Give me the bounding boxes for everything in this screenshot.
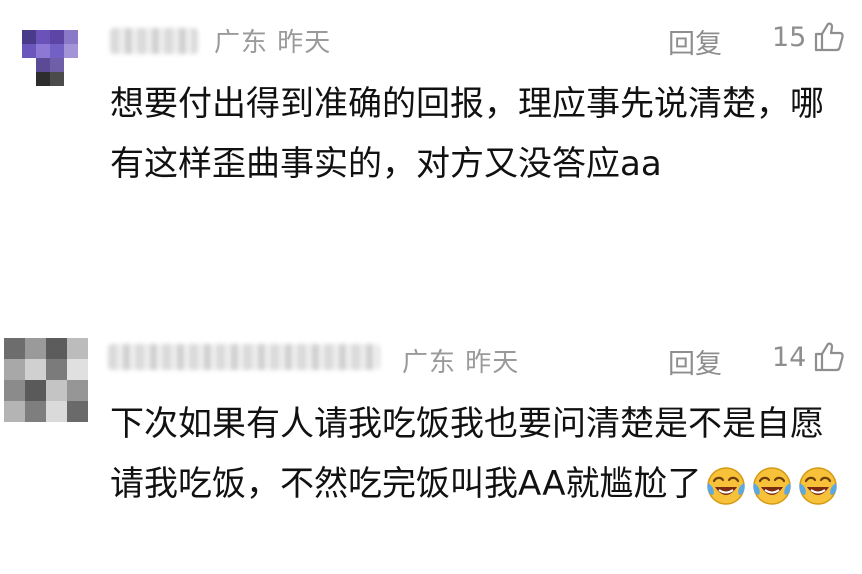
location-time: 广东 昨天 — [402, 348, 520, 378]
like-count: 15 — [772, 21, 807, 53]
comment-item: 广东 昨天 回复 14 下次如果有人请我吃饭我也要问清楚是不是自愿请我吃饭，不然… — [0, 300, 862, 574]
thumbs-up-icon — [815, 22, 845, 52]
location-time: 广东 昨天 — [214, 28, 332, 58]
thumbs-up-icon — [815, 342, 845, 372]
reply-button[interactable]: 回复 — [668, 22, 722, 61]
comment-item: 广东 昨天 回复 15 想要付出得到准确的回报，理应事先说清楚，哪有这样歪曲事实… — [0, 0, 862, 300]
avatar[interactable] — [0, 334, 92, 426]
like-button[interactable]: 14 — [772, 340, 846, 374]
laughing-crying-emoji-icon — [707, 466, 746, 505]
avatar[interactable] — [0, 8, 100, 98]
laughing-crying-emoji-icon — [799, 466, 838, 505]
username-blurred[interactable] — [110, 28, 198, 54]
comment-text: 想要付出得到准确的回报，理应事先说清楚，哪有这样歪曲事实的，对方又没答应aa — [110, 84, 824, 184]
emoji-group — [705, 465, 839, 507]
laughing-crying-emoji-icon — [753, 466, 792, 505]
comment-text-wrap: 下次如果有人请我吃饭我也要问清楚是不是自愿请我吃饭，不然吃完饭叫我AA就尴尬了 — [110, 394, 840, 514]
like-button[interactable]: 15 — [772, 20, 846, 54]
like-count: 14 — [772, 341, 807, 373]
username-blurred[interactable] — [108, 344, 380, 370]
reply-button[interactable]: 回复 — [668, 342, 722, 381]
